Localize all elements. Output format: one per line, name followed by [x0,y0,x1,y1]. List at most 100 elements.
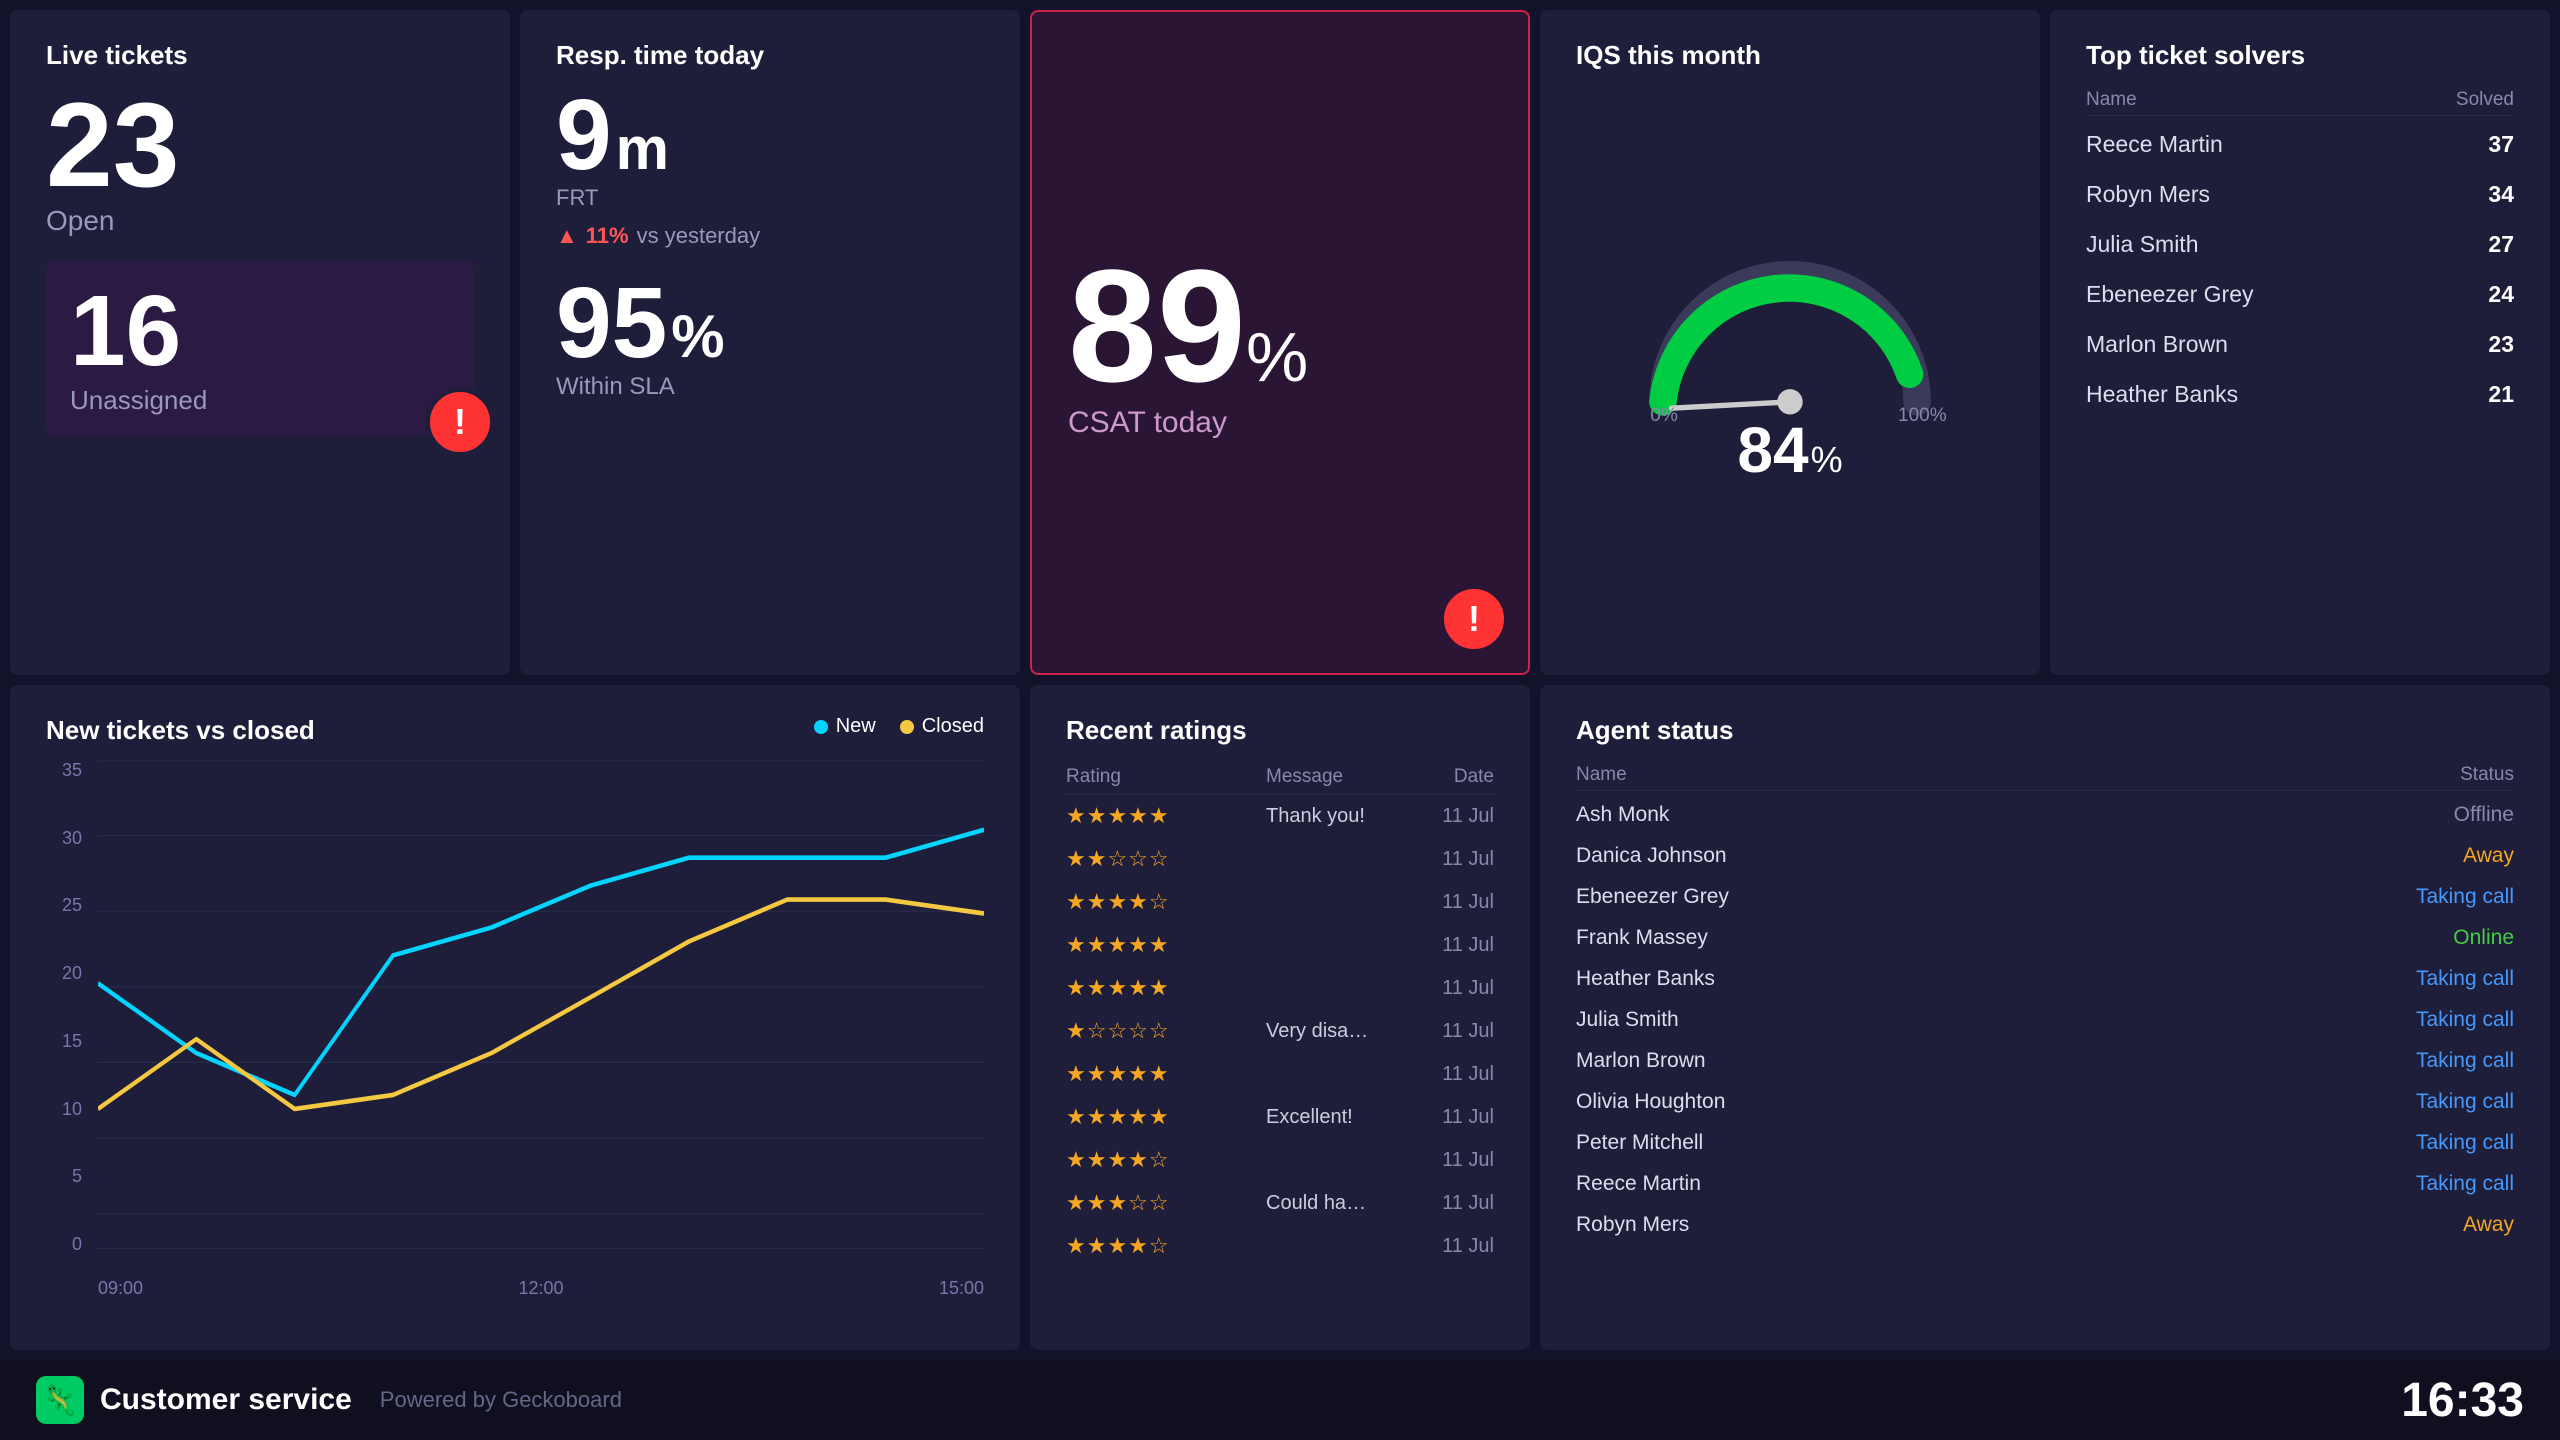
solver-count: 21 [2488,381,2514,408]
chart-legend: New Closed [814,715,984,738]
agent-status: Offline [2454,803,2514,827]
rating-row: ★★★★☆ 11 Jul [1066,881,1494,924]
agent-status: Taking call [2416,1172,2514,1196]
rating-row: ★★★★☆ 11 Jul [1066,1139,1494,1182]
chart-plot: 09:00 12:00 15:00 [98,760,984,1295]
rating-row: ★★★★★ 11 Jul [1066,967,1494,1010]
agent-status: Taking call [2416,967,2514,991]
col-solved: Solved [2456,89,2514,111]
rating-row: ★★☆☆☆ 11 Jul [1066,838,1494,881]
agent-col-name: Name [1576,764,1627,786]
open-count: 23 [46,85,474,205]
powered-by: Powered by Geckoboard [380,1387,622,1413]
change-vs: vs yesterday [637,223,761,249]
legend-new-label: New [836,715,876,738]
change-row: ▲ 11% vs yesterday [556,223,984,249]
agent-row: Robyn Mers Away [1576,1205,2514,1246]
gecko-logo: 🦎 [36,1376,84,1424]
frt-container: 9 m [556,85,984,185]
chart-card: New tickets vs closed New Closed 35 30 2… [10,685,1020,1350]
stars: ★★★★☆ [1066,889,1266,915]
agent-row: Julia Smith Taking call [1576,1000,2514,1041]
legend-closed-dot [900,720,914,734]
col-date: Date [1384,766,1494,788]
alert-icon: ! [426,388,494,456]
frt-unit: m [616,114,669,183]
solver-name: Heather Banks [2086,381,2238,408]
message: Thank you! [1266,805,1384,828]
solver-name: Reece Martin [2086,131,2223,158]
agent-status: Taking call [2416,885,2514,909]
solver-count: 23 [2488,331,2514,358]
solver-name: Ebeneezer Grey [2086,281,2253,308]
date: 11 Jul [1384,1063,1494,1086]
date: 11 Jul [1384,1106,1494,1129]
iqs-value-container: 84 % [1737,413,1842,487]
agent-row: Reece Martin Taking call [1576,1164,2514,1205]
solvers-title: Top ticket solvers [2086,40,2514,71]
solver-row: Julia Smith 27 [2086,220,2514,270]
ratings-title: Recent ratings [1066,715,1494,746]
rating-row: ★★★★★ Excellent! 11 Jul [1066,1096,1494,1139]
agent-name: Marlon Brown [1576,1049,1706,1073]
solver-name: Robyn Mers [2086,181,2210,208]
unassigned-label: Unassigned [70,385,450,416]
frt-value: 9 [556,85,612,185]
message: Could have been quicker to re... [1266,1192,1384,1215]
live-tickets-title: Live tickets [46,40,474,71]
resp-time-title: Resp. time today [556,40,984,71]
solver-count: 24 [2488,281,2514,308]
legend-closed: Closed [900,715,984,738]
footer-time: 16:33 [2401,1373,2524,1428]
legend-closed-label: Closed [922,715,984,738]
stars: ★★★★★ [1066,803,1266,829]
open-label: Open [46,205,474,237]
rating-row: ★☆☆☆☆ Very disappointed with service 11 … [1066,1010,1494,1053]
solver-name: Julia Smith [2086,231,2198,258]
app-name: Customer service [100,1383,352,1417]
unassigned-box: 16 Unassigned ! [46,261,474,436]
solver-row: Marlon Brown 23 [2086,320,2514,370]
dashboard: Live tickets 23 Open 16 Unassigned ! Res… [0,0,2560,1360]
legend-new: New [814,715,876,738]
agent-row: Frank Massey Online [1576,918,2514,959]
iqs-value: 84 [1737,413,1808,487]
message: Very disappointed with service [1266,1020,1384,1043]
agent-name: Olivia Houghton [1576,1090,1725,1114]
stars: ★★★★★ [1066,1104,1266,1130]
stars: ★★★★☆ [1066,1147,1266,1173]
y-10: 10 [46,1099,82,1120]
gauge-container: 0% 100% 84 % [1576,85,2004,645]
csat-unit: % [1246,317,1308,397]
unassigned-count: 16 [70,281,450,381]
chart-svg [98,760,984,1295]
stars: ★★★★★ [1066,1061,1266,1087]
agent-row: Ash Monk Offline [1576,795,2514,836]
sla-label: Within SLA [556,373,984,401]
agent-status-card: Agent status Name Status Ash Monk Offlin… [1540,685,2550,1350]
arrow-up-icon: ▲ [556,223,578,249]
sla-container: 95 % [556,273,984,373]
iqs-card: IQS this month 0% 100% 84 % [1540,10,2040,675]
col-message: Message [1266,766,1384,788]
solver-row: Heather Banks 21 [2086,370,2514,420]
agent-name: Ebeneezer Grey [1576,885,1729,909]
gauge-svg: 0% 100% [1630,243,1950,423]
agent-row: Peter Mitchell Taking call [1576,1123,2514,1164]
solver-name: Marlon Brown [2086,331,2228,358]
agent-title: Agent status [1576,715,2514,746]
stars: ★★★★★ [1066,975,1266,1001]
footer: 🦎 Customer service Powered by Geckoboard… [0,1360,2560,1440]
y-15: 15 [46,1031,82,1052]
agent-rows: Ash Monk Offline Danica Johnson Away Ebe… [1576,795,2514,1246]
legend-new-dot [814,720,828,734]
rating-row: ★★★☆☆ Could have been quicker to re... 1… [1066,1182,1494,1225]
x-1200: 12:00 [518,1278,563,1299]
stars: ★★★★★ [1066,932,1266,958]
agent-row: Ebeneezer Grey Taking call [1576,877,2514,918]
agent-name: Heather Banks [1576,967,1715,991]
ratings-header: Rating Message Date [1066,760,1494,795]
agent-name: Peter Mitchell [1576,1131,1703,1155]
sla-unit: % [671,302,724,371]
date: 11 Jul [1384,1235,1494,1258]
